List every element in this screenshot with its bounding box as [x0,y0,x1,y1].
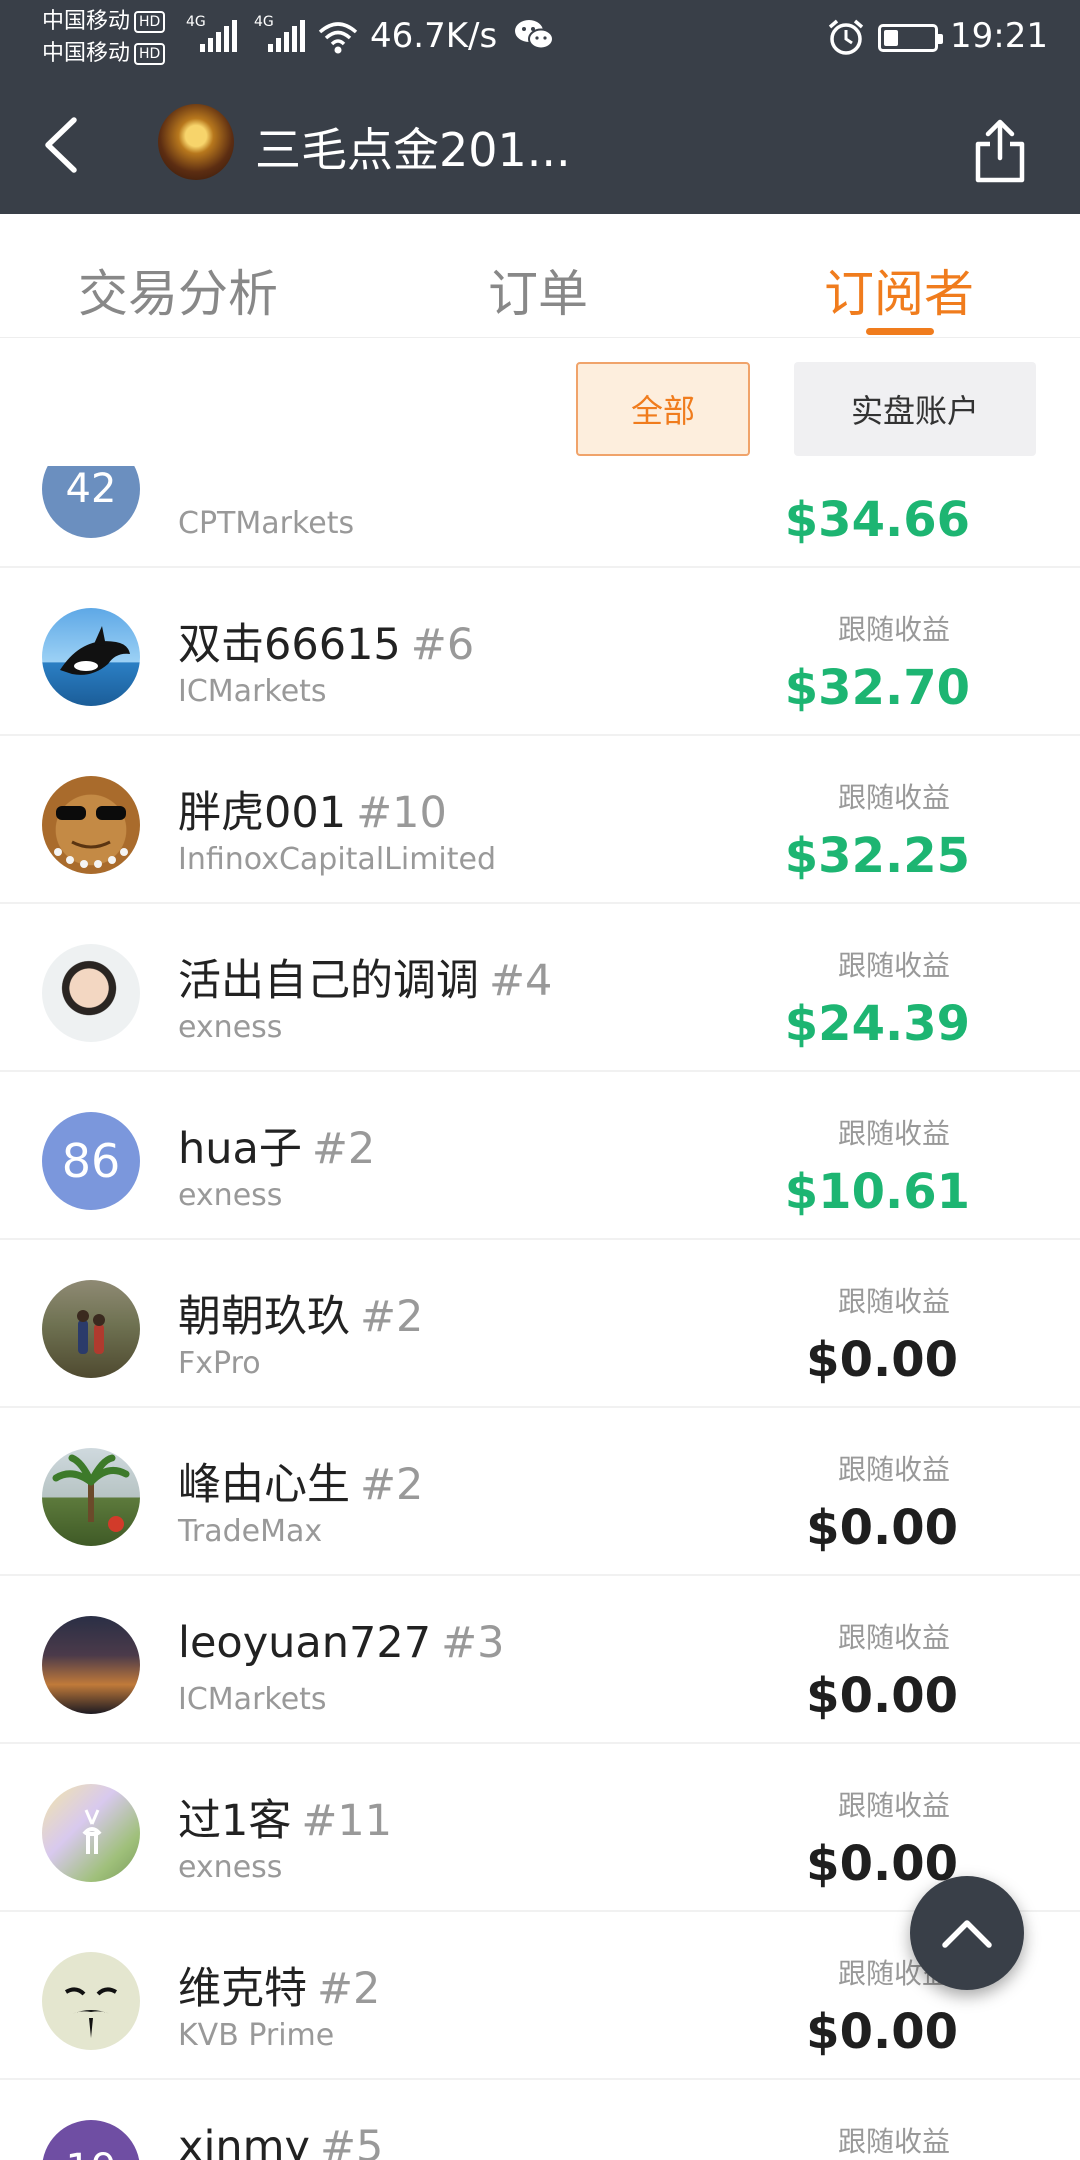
subscriber-name: 过1客 #11 [178,1796,393,1846]
subscriber-name: 峰由心生 #2 [178,1460,424,1510]
channel-title[interactable]: 三毛点金201... [255,114,571,180]
share-icon[interactable] [972,118,1028,184]
avatar [42,1448,140,1546]
list-item[interactable]: 活出自己的调调 #4 exness 跟随收益 $24.39 [0,904,1080,1072]
broker-name: ICMarkets [178,1682,327,1717]
battery-icon [878,24,943,52]
people-photo [77,1310,105,1354]
wechat-icon [515,20,554,50]
broker-name: FxPro [178,1346,261,1381]
list-item[interactable]: 过1客 #11 exness 跟随收益 $0.00 [0,1744,1080,1912]
list-item[interactable]: 朝朝玖玖 #2 FxPro 跟随收益 $0.00 [0,1240,1080,1408]
list-item[interactable]: 胖虎001 #10 InfinoxCapitalLimited 跟随收益 $32.… [0,736,1080,904]
profit-value: $10.61 [784,1164,970,1220]
wifi-icon [318,22,358,54]
list-item[interactable]: 19 xinmy#5 跟随收益 [0,2080,1080,2160]
avatar [42,1952,140,2050]
filter-real-account-button[interactable]: 实盘账户 [794,362,1036,456]
broker-name: ICMarkets [178,674,327,709]
broker-name: TradeMax [178,1514,323,1549]
list-item[interactable]: 86 hua子 #2 exness 跟随收益 $10.61 [0,1072,1080,1240]
avatar: 19 [42,2120,140,2160]
avatar [42,1280,140,1378]
profit-value: $32.70 [784,660,970,716]
profit-label: 跟随收益 [838,1621,951,1654]
profit-value: $32.25 [784,828,970,884]
hd-badge-1: HD [134,11,166,33]
subscriber-name: 朝朝玖玖 #2 [178,1292,424,1342]
filter-bar: 全部 实盘账户 [0,338,1080,466]
active-tab-indicator [866,328,934,335]
clock: 19:21 [950,16,1048,56]
avatar [42,776,140,874]
tab-trade-analysis[interactable]: 交易分析 [78,254,278,326]
profit-label: 跟随收益 [838,1789,951,1822]
subscriber-name: 活出自己的调调 #4 [178,956,553,1006]
app-root: 中国移动 HD 中国移动 HD 4G 4G 46.7K/s 19:21 三毛点金… [0,0,1080,2160]
scroll-to-top-button[interactable] [910,1876,1024,1990]
carrier-info: 中国移动 HD 中国移动 HD [42,6,166,70]
avatar [42,1784,140,1882]
list-item[interactable]: leoyuan727 #3 ICMarkets 跟随收益 $0.00 [0,1576,1080,1744]
chevron-up-icon [942,1920,992,1948]
profit-value: $0.00 [806,1668,958,1724]
mask-illustration [64,1987,118,2038]
tab-orders[interactable]: 订单 [488,254,588,326]
palm-tree-image [52,1454,130,1532]
avatar [42,944,140,1042]
cartoon-face-image [54,806,128,868]
profit-value: $0.00 [806,1332,958,1388]
list-item[interactable]: 双击66615 #6 ICMarkets 跟随收益 $32.70 [0,568,1080,736]
subscriber-name: 胖虎001 #10 [178,788,447,838]
profit-value: $34.66 [784,492,970,548]
broker-name: exness [178,1850,283,1885]
profit-label: 跟随收益 [838,781,951,814]
avatar [42,1616,140,1714]
signal-icon: 4G [186,14,237,52]
subscriber-name: 维克特 #2 [178,1964,381,2014]
tab-bar: 交易分析 订单 订阅者 [0,214,1080,338]
profit-label: 跟随收益 [838,1453,951,1486]
chevron-left-icon[interactable] [38,114,86,176]
broker-name: KVB Prime [178,2018,335,2053]
profit-value: $0.00 [806,2004,958,2060]
profit-value: $0.00 [806,1500,958,1556]
profit-label: 跟随收益 [838,2125,951,2158]
broker-name: exness [178,1178,283,1213]
subscriber-name: leoyuan727 #3 [178,1618,505,1668]
filter-all-button[interactable]: 全部 [576,362,750,456]
list-item[interactable]: 42 CPTMarkets $34.66 [0,466,1080,568]
top-bar: 中国移动 HD 中国移动 HD 4G 4G 46.7K/s 19:21 三毛点金… [0,0,1080,214]
broker-name: CPTMarkets [178,506,355,541]
alarm-icon [828,19,864,55]
subscriber-name: xinmy #5 [178,2122,384,2160]
signal-icon: 4G [254,14,305,52]
channel-avatar[interactable] [158,104,234,180]
broker-name: InfinoxCapitalLimited [178,842,497,877]
tab-subscribers[interactable]: 订阅者 [824,254,974,326]
deer-illustration [82,1809,102,1854]
profit-label: 跟随收益 [838,1285,951,1318]
subscriber-name: 双击66615 #6 [178,620,475,670]
profit-label: 跟随收益 [838,949,951,982]
net-speed: 46.7K/s [370,16,498,56]
hd-badge-2: HD [134,43,166,65]
avatar [42,608,140,706]
subscriber-name: hua子 #2 [178,1124,376,1174]
carrier-2: 中国移动 [42,41,131,66]
profit-value: $24.39 [784,996,970,1052]
broker-name: exness [178,1010,283,1045]
profit-label: 跟随收益 [838,1117,951,1150]
carrier-1: 中国移动 [42,9,131,34]
profit-value: $0.00 [806,1836,958,1892]
orca-image [60,626,130,675]
status-bar: 中国移动 HD 中国移动 HD 4G 4G 46.7K/s 19:21 [0,0,1080,75]
profit-label: 跟随收益 [838,613,951,646]
list-item[interactable]: 峰由心生 #2 TradeMax 跟随收益 $0.00 [0,1408,1080,1576]
avatar: 42 [42,466,140,538]
avatar: 86 [42,1112,140,1210]
